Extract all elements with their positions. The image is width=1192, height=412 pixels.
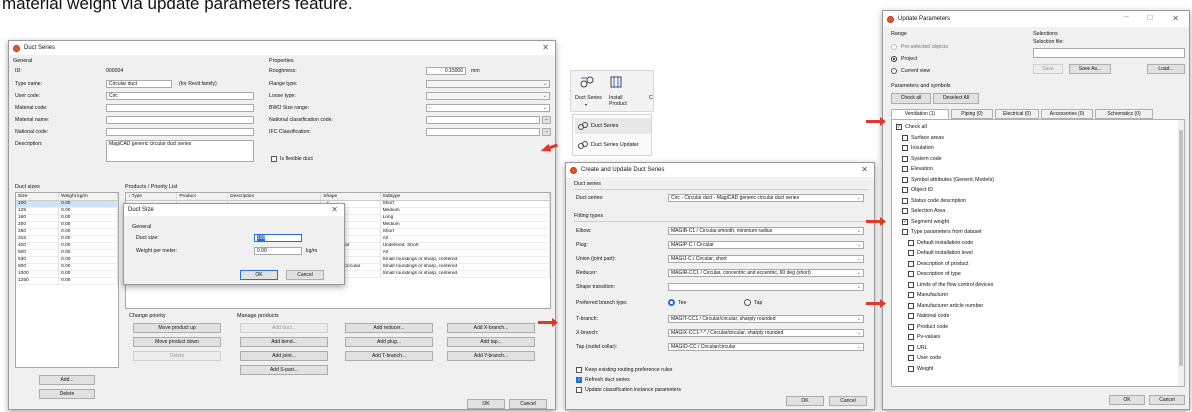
- arrow-to-check-all: [866, 117, 886, 126]
- arrow-to-duct-series-updater: [540, 143, 558, 152]
- arrow-to-segment-weight: [866, 217, 886, 226]
- arrow-to-manufacturer-article: [866, 299, 886, 308]
- red-arrows-overlay: [538, 117, 886, 327]
- arrow-to-tbranch: [538, 318, 558, 327]
